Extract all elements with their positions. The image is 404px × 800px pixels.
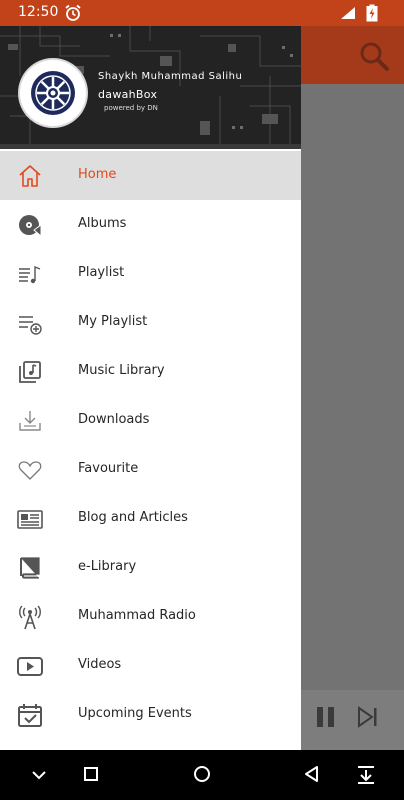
menu-label: Albums — [78, 216, 127, 231]
menu-item-playlist[interactable]: Playlist — [0, 249, 301, 298]
radio-tower-icon — [19, 605, 41, 630]
signal-icon — [341, 7, 355, 19]
drawer-header: Shaykh Muhammad Salihu dawahBox powered … — [0, 26, 301, 144]
skip-next-icon[interactable] — [356, 705, 380, 729]
menu-item-blog-and-articles[interactable]: Blog and Articles — [0, 494, 301, 543]
home-icon — [19, 165, 41, 187]
header-user-name: Shaykh Muhammad Salihu — [98, 71, 243, 82]
header-divider — [0, 144, 301, 149]
menu-label: My Playlist — [78, 314, 148, 329]
menu-label: e-Library — [78, 559, 137, 574]
menu-label: Muhammad Radio — [78, 608, 196, 623]
menu-item-muhammad-radio[interactable]: Muhammad Radio — [0, 592, 301, 641]
header-app-name: dawahBox — [98, 88, 158, 101]
menu-item-favourite[interactable]: Favourite — [0, 445, 301, 494]
music-library-icon — [19, 361, 41, 383]
menu-item-music-library[interactable]: Music Library — [0, 347, 301, 396]
status-time: 12:50 — [18, 4, 59, 20]
menu-item-albums[interactable]: Albums — [0, 200, 301, 249]
download-icon — [19, 411, 41, 431]
notification-pull-icon[interactable] — [356, 764, 376, 786]
menu-label: Music Library — [78, 363, 165, 378]
recents-icon[interactable] — [83, 764, 99, 786]
menu-item-home[interactable]: Home — [0, 151, 301, 200]
menu-item-my-playlist[interactable]: My Playlist — [0, 298, 301, 347]
calendar-check-icon — [18, 704, 42, 727]
chevron-down-icon[interactable] — [30, 764, 48, 786]
heart-icon — [18, 461, 42, 480]
alarm-icon — [65, 4, 81, 21]
header-powered-by: powered by DN — [104, 104, 158, 112]
newspaper-icon — [17, 510, 43, 529]
menu-label: Home — [78, 167, 117, 182]
search-icon[interactable] — [358, 40, 390, 72]
back-icon[interactable] — [303, 764, 321, 786]
menu-label: Downloads — [78, 412, 150, 427]
video-icon — [17, 657, 43, 676]
playlist-add-icon — [19, 316, 42, 335]
menu-label: Playlist — [78, 265, 125, 280]
book-icon — [20, 557, 40, 579]
battery-charging-icon — [366, 4, 378, 22]
menu-item-downloads[interactable]: Downloads — [0, 396, 301, 445]
pause-icon[interactable] — [314, 705, 338, 729]
album-icon — [19, 215, 42, 238]
menu-label: Blog and Articles — [78, 510, 188, 525]
status-bar: 12:50 — [0, 0, 404, 26]
menu-item-videos[interactable]: Videos — [0, 641, 301, 690]
menu-label: Favourite — [78, 461, 139, 476]
home-nav-icon[interactable] — [192, 764, 212, 786]
menu-label: Videos — [78, 657, 122, 672]
system-nav-bar — [0, 750, 404, 800]
drawer-menu: Home Albums Playlist My Playlist Music L… — [0, 151, 301, 739]
app-logo — [20, 60, 86, 126]
menu-item-upcoming-events[interactable]: Upcoming Events — [0, 690, 301, 739]
playlist-icon — [19, 265, 41, 284]
navigation-drawer: Shaykh Muhammad Salihu dawahBox powered … — [0, 26, 301, 750]
menu-item-e-library[interactable]: e-Library — [0, 543, 301, 592]
menu-label: Upcoming Events — [78, 706, 192, 721]
dawahbox-logo-icon — [31, 71, 75, 115]
